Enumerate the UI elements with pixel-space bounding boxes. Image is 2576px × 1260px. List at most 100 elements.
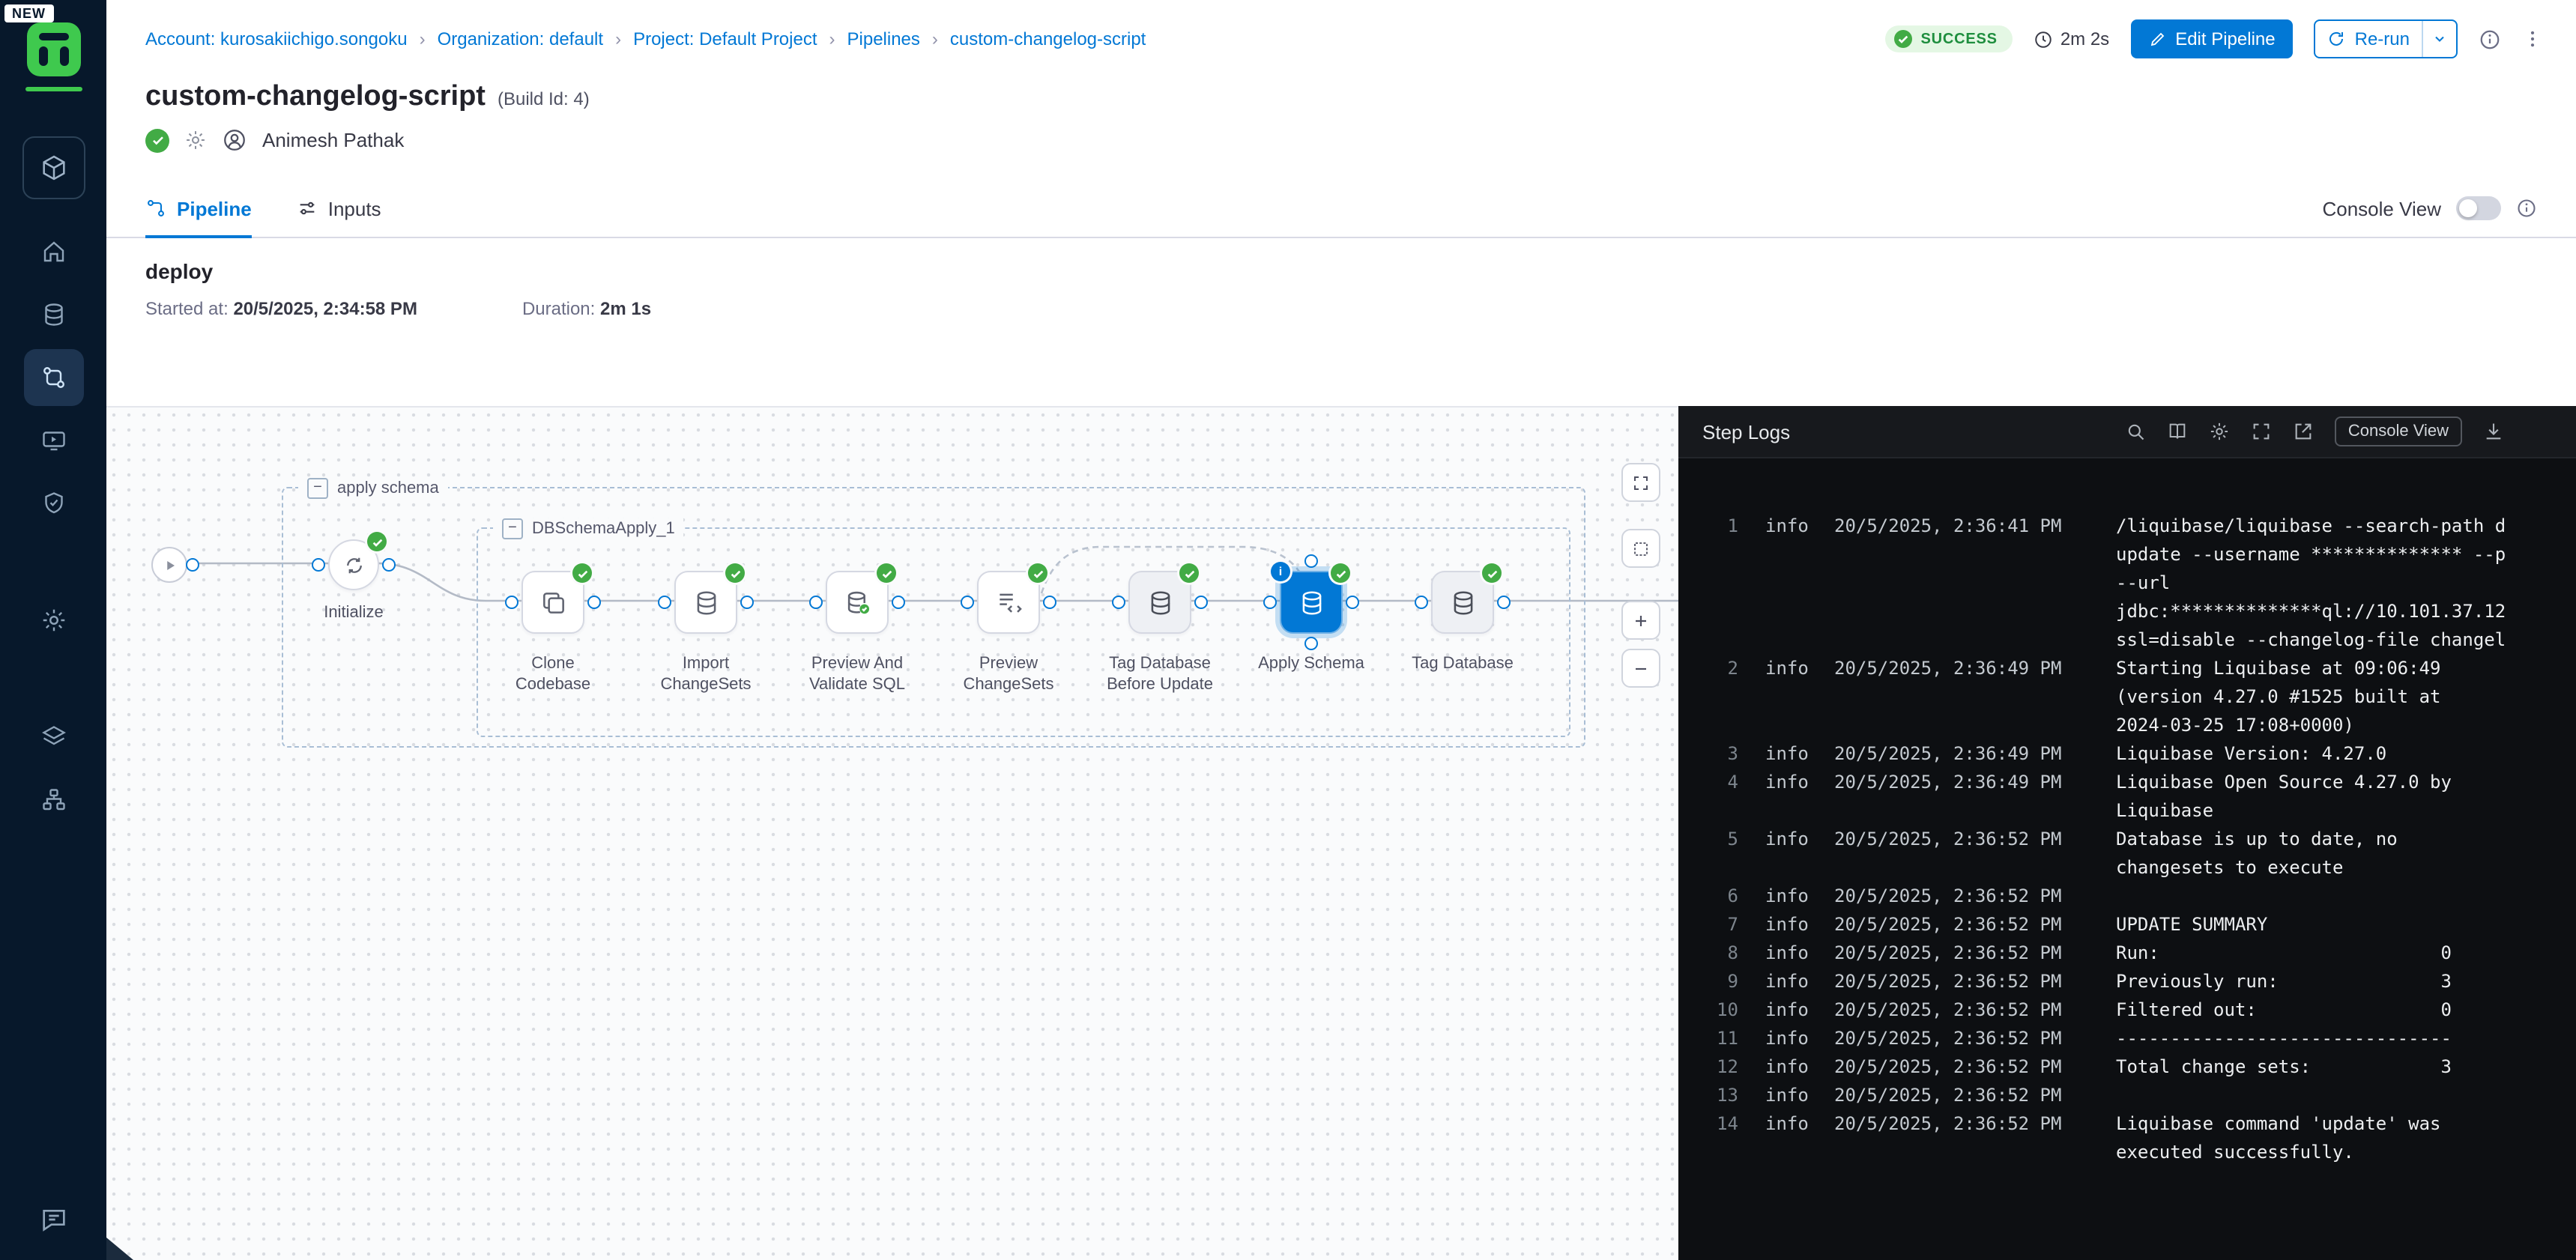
pipeline-step-apply-schema[interactable]: i Apply Schema xyxy=(1247,571,1376,674)
collapse-group-icon[interactable]: − xyxy=(307,478,328,499)
tab-pipeline[interactable]: Pipeline xyxy=(145,180,252,237)
pipeline-step-preview-and-validate-sql[interactable]: Preview And Validate SQL xyxy=(793,571,922,695)
workspace: − apply schema − DBSchemaApply_1 xyxy=(106,406,2576,1260)
step-logs-header: Step Logs Console View xyxy=(1678,406,2576,458)
page-title: custom-changelog-script xyxy=(145,81,486,114)
zoom-out-icon[interactable] xyxy=(1621,649,1660,688)
external-link-icon[interactable] xyxy=(2293,421,2314,442)
group-label: apply schema xyxy=(337,479,439,497)
breadcrumb-organization[interactable]: Organization: default xyxy=(438,28,604,49)
log-row: 8info20/5/2025, 2:36:52 PMRun: 0 xyxy=(1702,939,2576,968)
log-level: info xyxy=(1765,1053,1816,1082)
success-check-icon xyxy=(1894,30,1912,48)
download-icon[interactable] xyxy=(2483,421,2504,442)
breadcrumb-pipelines[interactable]: Pipelines xyxy=(847,28,920,49)
edit-pipeline-button[interactable]: Edit Pipeline xyxy=(2130,19,2293,58)
log-time: 20/5/2025, 2:36:52 PM xyxy=(1834,996,2098,1025)
log-message: UPDATE SUMMARY xyxy=(2116,911,2267,939)
home-icon[interactable] xyxy=(23,223,83,280)
rerun-button[interactable]: Re-run xyxy=(2315,19,2458,58)
console-view-button[interactable]: Console View xyxy=(2335,417,2462,446)
executions-icon[interactable] xyxy=(23,412,83,469)
org-structure-icon[interactable] xyxy=(23,772,83,829)
log-time: 20/5/2025, 2:36:52 PM xyxy=(1834,1110,2098,1139)
success-check-icon xyxy=(572,563,592,583)
settings-icon[interactable] xyxy=(23,592,83,649)
breadcrumb-account[interactable]: Account: kurosakiichigo.songoku xyxy=(145,28,408,49)
log-message: Total change sets: 3 xyxy=(2116,1053,2452,1082)
templates-icon[interactable] xyxy=(23,709,83,766)
pipeline-step-import-changesets[interactable]: Import ChangeSets xyxy=(641,571,770,695)
rerun-main[interactable]: Re-run xyxy=(2316,21,2422,57)
kebab-menu-icon[interactable] xyxy=(2522,28,2543,49)
log-row: 6info20/5/2025, 2:36:52 PM xyxy=(1702,882,2576,911)
pipeline-step-tag-database-before-update[interactable]: Tag Database Before Update xyxy=(1095,571,1224,695)
fullscreen-icon[interactable] xyxy=(2251,421,2272,442)
cube-module-icon[interactable] xyxy=(22,136,85,199)
log-line-number: 13 xyxy=(1702,1082,1738,1110)
log-line-number: 10 xyxy=(1702,996,1738,1025)
step-logs-title: Step Logs xyxy=(1702,420,1790,443)
log-output[interactable]: 1info20/5/2025, 2:36:41 PM/liquibase/liq… xyxy=(1678,458,2576,1260)
log-row: 9info20/5/2025, 2:36:52 PMPreviously run… xyxy=(1702,968,2576,996)
log-time: 20/5/2025, 2:36:52 PM xyxy=(1834,882,2098,911)
security-icon[interactable] xyxy=(23,475,83,532)
gear-icon[interactable] xyxy=(2209,421,2230,442)
chat-icon[interactable] xyxy=(38,1205,68,1242)
breadcrumb: Account: kurosakiichigo.songoku › Organi… xyxy=(145,28,1146,49)
harness-logo[interactable] xyxy=(25,21,82,78)
log-time: 20/5/2025, 2:36:49 PM xyxy=(1834,740,2098,769)
search-icon[interactable] xyxy=(2125,421,2146,442)
zoom-in-icon[interactable] xyxy=(1621,601,1660,640)
tab-pipeline-label: Pipeline xyxy=(177,197,252,219)
collapse-group-icon[interactable]: − xyxy=(502,518,523,539)
database-icon xyxy=(1448,588,1477,617)
breadcrumb-current-pipeline[interactable]: custom-changelog-script xyxy=(950,28,1146,49)
log-row: 1info20/5/2025, 2:36:41 PM/liquibase/liq… xyxy=(1702,512,2576,655)
log-level: info xyxy=(1765,939,1816,968)
elapsed-label: 2m 2s xyxy=(2061,28,2109,49)
log-time: 20/5/2025, 2:36:49 PM xyxy=(1834,769,2098,797)
app-root: NEW xyxy=(0,0,2576,1260)
chevron-down-icon[interactable] xyxy=(2423,21,2456,57)
step-label: Clone Codebase xyxy=(495,653,611,695)
log-line-number: 8 xyxy=(1702,939,1738,968)
log-line-number: 7 xyxy=(1702,911,1738,939)
success-check-icon xyxy=(1482,563,1502,583)
log-line-number: 3 xyxy=(1702,740,1738,769)
log-time: 20/5/2025, 2:36:52 PM xyxy=(1834,1025,2098,1053)
new-badge: NEW xyxy=(4,4,53,22)
services-icon[interactable] xyxy=(23,286,83,343)
log-row: 10info20/5/2025, 2:36:52 PMFiltered out:… xyxy=(1702,996,2576,1025)
log-level: info xyxy=(1765,740,1816,769)
log-message: Database is up to date, no changesets to… xyxy=(2116,826,2398,882)
title-block: custom-changelog-script (Build Id: 4) An… xyxy=(106,78,2576,153)
gear-icon[interactable] xyxy=(184,129,207,151)
tab-inputs[interactable]: Inputs xyxy=(297,180,381,237)
book-icon[interactable] xyxy=(2167,421,2188,442)
pipeline-step-tag-database[interactable]: Tag Database xyxy=(1398,571,1527,674)
chevron-right-icon: › xyxy=(615,28,621,49)
pipeline-step-clone-codebase[interactable]: Clone Codebase xyxy=(489,571,617,695)
pipeline-canvas[interactable]: − apply schema − DBSchemaApply_1 xyxy=(106,406,1678,1260)
pipeline-start-node[interactable] xyxy=(151,547,187,583)
breadcrumb-project[interactable]: Project: Default Project xyxy=(633,28,817,49)
info-icon[interactable] xyxy=(2479,28,2501,50)
log-line-number: 11 xyxy=(1702,1025,1738,1053)
pipeline-step-preview-changesets[interactable]: Preview ChangeSets xyxy=(944,571,1073,695)
pipeline-step-initialize[interactable]: Initialize xyxy=(289,539,418,623)
log-row: 14info20/5/2025, 2:36:52 PMLiquibase com… xyxy=(1702,1110,2576,1167)
log-message: Liquibase Version: 4.27.0 xyxy=(2116,740,2386,769)
marquee-select-icon[interactable] xyxy=(1621,529,1660,568)
sync-icon xyxy=(342,554,365,576)
log-level: info xyxy=(1765,655,1816,683)
success-check-icon xyxy=(1179,563,1199,583)
database-check-icon xyxy=(843,588,871,617)
log-message: Previously run: 3 xyxy=(2116,968,2452,996)
stage-name: deploy xyxy=(145,259,2537,283)
console-view-toggle[interactable] xyxy=(2456,196,2501,220)
fit-to-screen-icon[interactable] xyxy=(1621,463,1660,502)
info-icon[interactable] xyxy=(2516,198,2537,219)
pipelines-icon[interactable] xyxy=(23,349,83,406)
log-message: Filtered out: 0 xyxy=(2116,996,2452,1025)
